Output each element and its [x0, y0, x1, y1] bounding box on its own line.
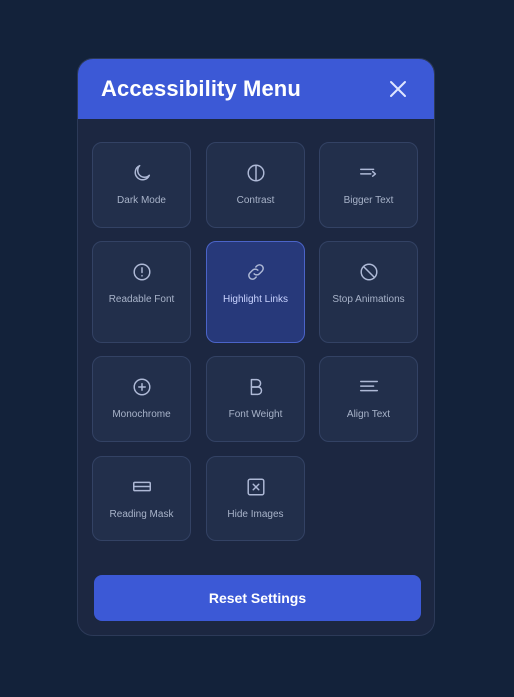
- moon-icon: [134, 164, 150, 181]
- close-button[interactable]: [386, 77, 410, 101]
- hide-image-icon: [246, 478, 265, 496]
- alert-circle-icon: [132, 263, 151, 281]
- option-label: Stop Animations: [332, 294, 405, 305]
- option-contrast[interactable]: Contrast: [206, 142, 305, 228]
- menu-header: Accessibility Menu: [78, 59, 434, 119]
- mask-icon: [132, 481, 151, 492]
- option-font-weight[interactable]: Font Weight: [206, 356, 305, 442]
- option-dark-mode[interactable]: Dark Mode: [92, 142, 191, 228]
- option-stop-animations[interactable]: Stop Animations: [319, 241, 418, 343]
- link-icon: [247, 264, 264, 280]
- bold-icon: [250, 378, 262, 396]
- plus-circle-icon: [132, 378, 151, 396]
- close-icon: [390, 81, 406, 97]
- text-size-icon: [359, 168, 376, 177]
- accessibility-menu-panel: Accessibility Menu Dark Mode Contrast Bi…: [77, 58, 435, 636]
- menu-title: Accessibility Menu: [101, 76, 301, 101]
- option-bigger-text[interactable]: Bigger Text: [319, 142, 418, 228]
- option-monochrome[interactable]: Monochrome: [92, 356, 191, 442]
- option-label: Reading Mask: [109, 509, 174, 520]
- stop-circle-icon: [359, 263, 378, 281]
- option-reading-mask[interactable]: Reading Mask: [92, 456, 191, 541]
- option-align-text[interactable]: Align Text: [319, 356, 418, 442]
- option-label: Contrast: [236, 195, 275, 206]
- option-label: Highlight Links: [222, 294, 289, 305]
- reset-settings-button[interactable]: Reset Settings: [94, 575, 421, 621]
- contrast-icon: [246, 164, 265, 182]
- option-label: Hide Images: [227, 509, 284, 520]
- option-readable-font[interactable]: Readable Font: [92, 241, 191, 343]
- align-left-icon: [359, 380, 378, 392]
- option-hide-images[interactable]: Hide Images: [206, 456, 305, 541]
- option-label: Readable Font: [108, 294, 175, 305]
- option-highlight-links[interactable]: Highlight Links: [206, 241, 305, 343]
- option-label: Monochrome: [112, 409, 171, 420]
- option-label: Bigger Text: [343, 195, 394, 206]
- option-label: Align Text: [346, 409, 391, 420]
- option-label: Dark Mode: [117, 195, 166, 206]
- option-label: Font Weight: [228, 409, 283, 420]
